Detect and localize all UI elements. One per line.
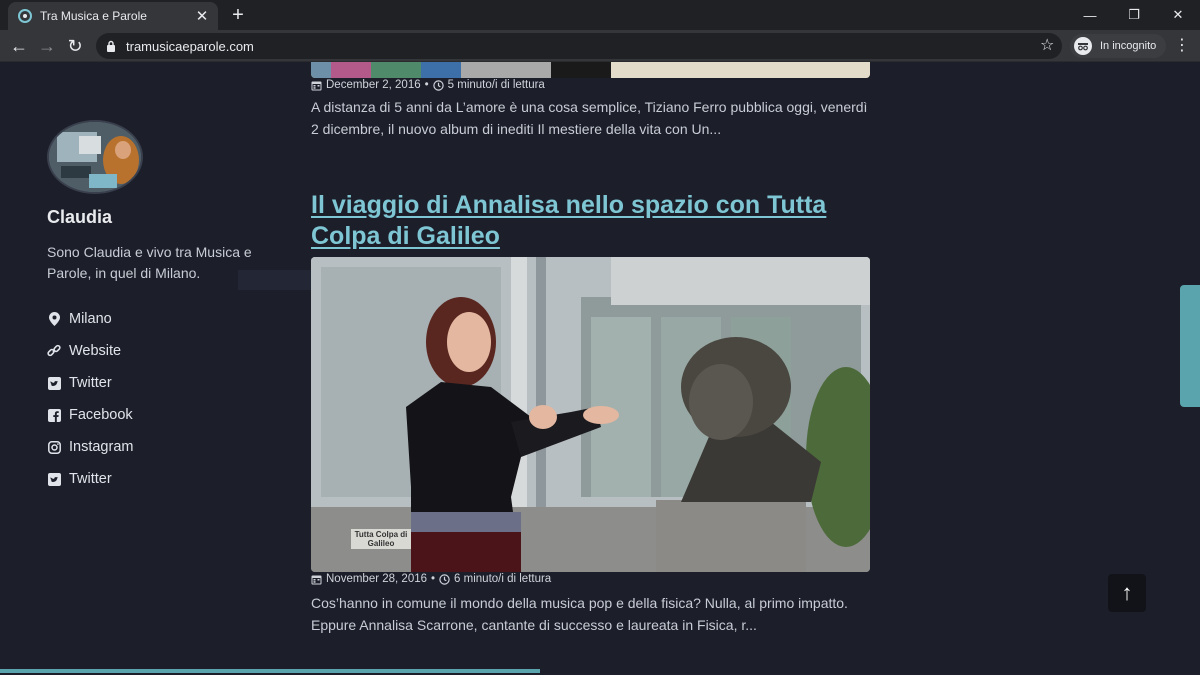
post-meta: November 28, 2016 • 6 minuto/i di lettur… xyxy=(311,573,551,585)
back-button[interactable]: ← xyxy=(7,34,31,58)
link-label: Twitter xyxy=(69,375,112,391)
clock-icon xyxy=(432,79,444,91)
link-label: Facebook xyxy=(69,407,133,423)
author-avatar xyxy=(47,120,143,194)
address-bar[interactable]: tramusicaeparole.com xyxy=(96,33,1062,59)
link-label: Website xyxy=(69,343,122,359)
incognito-indicator[interactable]: In incognito xyxy=(1070,34,1167,58)
post-title-link[interactable]: Il viaggio di Annalisa nello spazio con … xyxy=(311,190,871,252)
twitter-icon xyxy=(47,376,61,390)
image-caption: Tutta Colpa di Galileo xyxy=(354,530,408,548)
calendar-icon xyxy=(311,80,322,91)
link-website[interactable]: Website xyxy=(47,335,247,367)
scrollbar-thumb[interactable] xyxy=(1180,285,1200,407)
reading-time: 6 minuto/i di lettura xyxy=(454,573,552,585)
incognito-label: In incognito xyxy=(1100,40,1157,52)
clock-icon xyxy=(439,573,450,585)
link-label: Instagram xyxy=(69,439,134,455)
map-pin-icon xyxy=(47,312,61,326)
link-label: Milano xyxy=(69,311,112,327)
link-facebook[interactable]: Facebook xyxy=(47,399,247,431)
post-date: December 2, 2016 xyxy=(326,79,421,91)
post-excerpt: Cos’hanno in comune il mondo della music… xyxy=(311,595,848,633)
tab-close-icon[interactable]: ✕ xyxy=(194,7,210,25)
author-links: Milano Website Twitter Facebook Instagra… xyxy=(47,303,247,495)
reading-time: 5 minuto/i di lettura xyxy=(447,79,545,91)
back-to-top-button[interactable]: ↑ xyxy=(1108,574,1146,612)
author-bio: Sono Claudia e vivo tra Musica e Parole,… xyxy=(47,244,252,281)
link-label: Twitter xyxy=(69,471,112,487)
link-location[interactable]: Milano xyxy=(47,303,247,335)
restore-button[interactable]: ❐ xyxy=(1112,0,1156,30)
bookmark-star-icon[interactable]: ☆ xyxy=(1040,35,1054,55)
browser-tab-strip: Tra Musica e Parole ✕ + — ❐ ✕ xyxy=(0,0,1200,30)
post-thumbnail[interactable] xyxy=(311,62,870,78)
lock-icon xyxy=(107,40,115,52)
post-hero-image[interactable]: Tutta Colpa di Galileo xyxy=(311,257,870,572)
tab-title: Tra Musica e Parole xyxy=(40,9,147,23)
instagram-icon xyxy=(47,440,61,454)
site-favicon-icon xyxy=(18,9,32,23)
twitter-icon xyxy=(47,472,61,486)
link-twitter[interactable]: Twitter xyxy=(47,463,247,495)
reload-button[interactable]: ↻ xyxy=(63,34,87,58)
page-content: Claudia Sono Claudia e vivo tra Musica e… xyxy=(0,62,1200,675)
meta-separator: • xyxy=(431,573,436,585)
reading-progress-bar xyxy=(0,669,540,673)
forward-button[interactable]: → xyxy=(35,34,59,58)
url-text: tramusicaeparole.com xyxy=(126,38,254,54)
post-date: November 28, 2016 xyxy=(326,573,428,585)
close-window-button[interactable]: ✕ xyxy=(1156,0,1200,30)
link-instagram[interactable]: Instagram xyxy=(47,431,247,463)
link-icon xyxy=(47,344,61,358)
calendar-icon xyxy=(311,574,322,585)
incognito-icon xyxy=(1074,37,1092,55)
author-name: Claudia xyxy=(47,207,113,227)
link-twitter[interactable]: Twitter xyxy=(47,367,247,399)
browser-menu-icon[interactable]: ⋮ xyxy=(1172,34,1192,58)
meta-separator: • xyxy=(424,79,429,91)
new-tab-button[interactable]: + xyxy=(227,4,249,26)
window-controls: — ❐ ✕ xyxy=(1068,0,1200,30)
facebook-icon xyxy=(47,408,61,422)
post-meta: December 2, 2016 • 5 minuto/i di lettura xyxy=(311,79,545,91)
post-excerpt: A distanza di 5 anni da L’amore è una co… xyxy=(311,99,868,137)
minimize-button[interactable]: — xyxy=(1068,0,1112,30)
browser-toolbar: ← → ↻ tramusicaeparole.com ☆ In incognit… xyxy=(0,30,1200,62)
browser-tab[interactable]: Tra Musica e Parole ✕ xyxy=(8,2,218,30)
